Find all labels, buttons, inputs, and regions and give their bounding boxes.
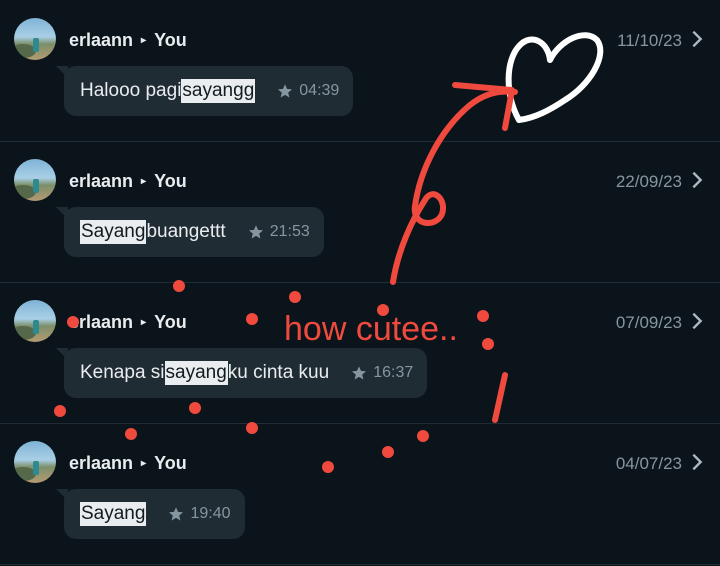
arrow-right-icon: ▸ (141, 35, 147, 46)
message-date: 22/09/23 (615, 172, 682, 191)
chevron-right-icon[interactable] (686, 169, 708, 191)
message-date: 11/10/23 (617, 31, 682, 50)
time-label: 04:39 (299, 82, 340, 99)
message-bubble[interactable]: Sayang 19:40 (56, 489, 245, 539)
annotation-text: how cutee.. (284, 310, 458, 348)
recipient-name: You (154, 312, 187, 332)
chevron-right-icon[interactable] (686, 28, 708, 50)
time-label: 16:37 (373, 364, 414, 381)
search-highlight: Sayang (80, 220, 147, 244)
sender-name: erlaann (69, 30, 134, 50)
message-text-rest: ku cinta kuu (227, 362, 330, 383)
message-result-1[interactable]: erlaann ▸ You 11/10/23 Halooo pagi sayan… (0, 0, 720, 142)
search-highlight: Sayang (80, 502, 147, 526)
star-icon (248, 225, 263, 239)
message-result-2[interactable]: erlaann ▸ You 22/09/23 Sayang buangettt … (0, 141, 720, 283)
arrow-right-icon: ▸ (141, 176, 147, 187)
search-highlight: sayangg (181, 79, 256, 103)
arrow-right-icon: ▸ (141, 317, 147, 328)
message-bubble[interactable]: Sayang buangettt 21:53 (56, 207, 324, 257)
chevron-right-icon[interactable] (686, 451, 708, 473)
sender-name: erlaann (69, 171, 134, 191)
message-time: 21:53 (248, 223, 310, 241)
chevron-right-icon[interactable] (686, 310, 708, 332)
message-meta: erlaann ▸ You (69, 312, 187, 333)
message-bubble[interactable]: Kenapa si sayang ku cinta kuu 16:37 (55, 348, 428, 398)
message-date: 07/09/23 (615, 313, 682, 332)
recipient-name: You (154, 30, 187, 50)
message-meta: erlaann ▸ You (69, 171, 187, 192)
message-meta: erlaann ▸ You (69, 30, 187, 51)
message-time: 04:39 (277, 82, 339, 100)
star-icon (169, 507, 184, 521)
time-label: 19:40 (190, 505, 231, 522)
sender-name: erlaann (69, 453, 134, 473)
avatar (14, 159, 56, 201)
star-icon (278, 84, 293, 98)
star-icon (352, 366, 367, 380)
message-text-rest: buangettt (146, 221, 226, 242)
message-result-3[interactable]: erlaann ▸ You 07/09/23 Kenapa si sayang … (0, 282, 720, 424)
message-meta: erlaann ▸ You (69, 453, 187, 474)
search-highlight: sayang (164, 361, 228, 385)
message-date: 04/07/23 (615, 454, 682, 473)
message-time: 16:37 (351, 364, 413, 382)
message-result-4[interactable]: erlaann ▸ You 04/07/23 Sayang 19:40 (0, 423, 720, 565)
message-text: Kenapa si (80, 362, 165, 383)
avatar (14, 441, 56, 483)
message-time: 19:40 (168, 505, 231, 523)
sender-name: erlaann (69, 312, 134, 332)
avatar (14, 18, 56, 60)
recipient-name: You (154, 171, 187, 191)
time-label: 21:53 (269, 223, 310, 240)
message-text: Halooo pagi (80, 80, 182, 101)
message-bubble[interactable]: Halooo pagi sayangg 04:39 (55, 66, 354, 116)
recipient-name: You (154, 453, 187, 473)
avatar (14, 300, 56, 342)
arrow-right-icon: ▸ (141, 458, 147, 469)
